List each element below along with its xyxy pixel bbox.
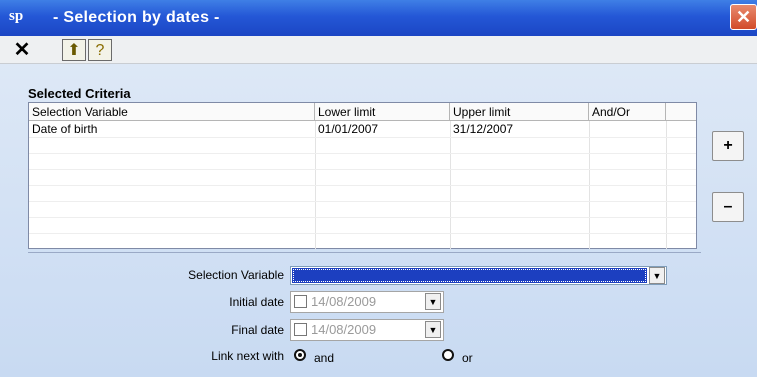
column-header-and-or[interactable]: And/Or <box>589 103 666 121</box>
selection-by-dates-window: sp - Selection by dates - ✕ ✕ ⬆ ? Select… <box>0 0 757 377</box>
selection-variable-select[interactable]: ▼ <box>290 266 667 285</box>
initial-date-picker[interactable]: 14/08/2009 ▼ <box>290 291 444 313</box>
add-criterion-button[interactable]: + <box>712 131 744 161</box>
column-header-selection-variable[interactable]: Selection Variable <box>29 103 315 121</box>
folder-up-icon[interactable]: ⬆ <box>62 39 86 61</box>
grid-row-line <box>29 153 696 154</box>
chevron-down-icon[interactable]: ▼ <box>649 267 665 284</box>
link-or-label[interactable]: or <box>462 350 473 366</box>
help-icon[interactable]: ? <box>88 39 112 61</box>
link-or-radio[interactable] <box>442 349 454 361</box>
close-icon[interactable]: ✕ <box>10 39 34 61</box>
title-bar: sp - Selection by dates - ✕ <box>0 0 757 36</box>
grid-row-line <box>29 185 696 186</box>
link-and-label[interactable]: and <box>314 350 334 366</box>
table-row[interactable]: Date of birth 01/01/2007 31/12/2007 <box>29 122 696 137</box>
grid-row-line <box>29 201 696 202</box>
section-divider <box>28 252 701 253</box>
remove-criterion-button[interactable]: – <box>712 192 744 222</box>
cell-upper-limit: 31/12/2007 <box>453 122 514 136</box>
initial-date-label: Initial date <box>229 295 284 309</box>
app-icon: sp <box>9 8 24 24</box>
grid-row-line <box>29 217 696 218</box>
criteria-table[interactable]: Selection Variable Lower limit Upper lim… <box>28 102 697 249</box>
selection-variable-value <box>292 268 647 283</box>
cell-lower-limit: 01/01/2007 <box>318 122 379 136</box>
window-title: - Selection by dates - <box>53 9 220 26</box>
link-next-with-label: Link next with <box>211 349 284 363</box>
radio-selected-dot <box>298 353 302 357</box>
final-date-checkbox[interactable] <box>294 323 307 336</box>
column-header-upper-limit[interactable]: Upper limit <box>450 103 589 121</box>
selection-variable-label: Selection Variable <box>188 268 284 282</box>
final-date-value: 14/08/2009 <box>311 322 377 337</box>
initial-date-checkbox[interactable] <box>294 295 307 308</box>
column-header-lower-limit[interactable]: Lower limit <box>315 103 450 121</box>
grid-row-line <box>29 137 696 138</box>
window-close-button[interactable]: ✕ <box>730 4 757 30</box>
cell-and-or <box>589 122 666 137</box>
final-date-picker[interactable]: 14/08/2009 ▼ <box>290 319 444 341</box>
grid-row-line <box>29 169 696 170</box>
criteria-table-header: Selection Variable Lower limit Upper lim… <box>29 103 696 121</box>
final-date-label: Final date <box>231 323 284 337</box>
grid-row-line <box>29 233 696 234</box>
chevron-down-icon[interactable]: ▼ <box>425 293 441 310</box>
cell-selection-variable: Date of birth <box>32 122 98 136</box>
initial-date-value: 14/08/2009 <box>311 294 377 309</box>
link-and-radio[interactable] <box>294 349 306 361</box>
selected-criteria-heading: Selected Criteria <box>28 86 131 101</box>
toolbar: ✕ ⬆ ? <box>0 36 757 64</box>
chevron-down-icon[interactable]: ▼ <box>425 321 441 338</box>
